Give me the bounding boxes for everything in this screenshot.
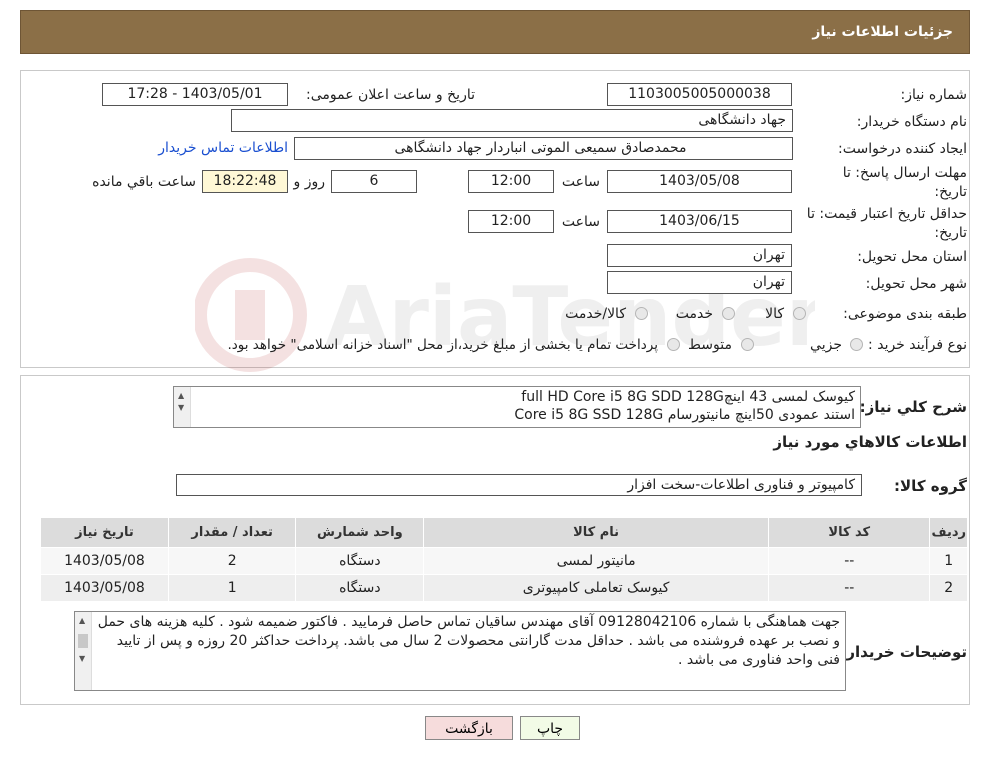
row-date: 1403/05/08 xyxy=(40,547,169,575)
category-goods-service-radio[interactable] xyxy=(635,307,648,320)
announce-label: تاریخ و ساعت اعلان عمومی: xyxy=(306,87,475,103)
row-unit: دستگاه xyxy=(295,547,425,575)
col-name: نام کالا xyxy=(423,517,770,548)
scroll-up-icon[interactable]: ▲ xyxy=(178,391,184,400)
category-label: طبقه بندی موضوعی: xyxy=(843,306,967,322)
purchase-medium-label: متوسط xyxy=(688,337,732,353)
province-label: استان محل تحویل: xyxy=(857,249,967,265)
goods-group-field: کامپیوتر و فناوری اطلاعات-سخت افزار xyxy=(176,474,862,496)
remaining-time-field: 18:22:48 xyxy=(202,170,288,193)
row-qty: 1 xyxy=(167,574,297,602)
remaining-label: ساعت باقي مانده xyxy=(92,174,196,190)
city-label: شهر محل تحویل: xyxy=(865,276,967,292)
need-number-label: شماره نیاز: xyxy=(900,87,968,103)
row-code: -- xyxy=(768,547,931,575)
table-row: 1 -- مانیتور لمسی دستگاه 2 1403/05/08 xyxy=(40,547,968,575)
summary-line-1: کیوسک لمسی 43 اینچfull HD Core i5 8G SDD… xyxy=(521,389,855,405)
summary-scrollbar[interactable]: ▲ ▼ xyxy=(174,387,191,427)
scroll-down-icon[interactable]: ▼ xyxy=(79,654,85,663)
creator-field: محمدصادق سمیعی الموتی انباردار جهاد دانش… xyxy=(294,137,793,160)
print-button[interactable]: چاپ xyxy=(520,716,580,740)
goods-table: رديف کد کالا نام کالا واحد شمارش تعداد /… xyxy=(40,517,968,602)
province-field: تهران xyxy=(607,244,792,267)
category-service-radio[interactable] xyxy=(722,307,735,320)
row-name: کیوسک تعاملی کامپیوتری xyxy=(423,574,770,602)
purchase-type-label: نوع فرآیند خرید : xyxy=(868,337,967,353)
purchase-medium-radio[interactable] xyxy=(741,338,754,351)
creator-label: ایجاد کننده درخواست: xyxy=(838,141,967,157)
row-index: 1 xyxy=(929,547,968,575)
col-index: رديف xyxy=(929,517,968,548)
buyer-contact-link[interactable]: اطلاعات تماس خریدار xyxy=(158,140,288,156)
goods-section-title: اطلاعات کالاهاي مورد نياز xyxy=(773,433,967,451)
goods-table-header: رديف کد کالا نام کالا واحد شمارش تعداد /… xyxy=(40,517,968,548)
category-goods-service-label: کالا/خدمت xyxy=(565,306,626,322)
category-service-label: خدمت xyxy=(675,306,713,322)
row-date: 1403/05/08 xyxy=(40,574,169,602)
scroll-up-icon[interactable]: ▲ xyxy=(79,616,85,625)
price-validity-date-field: 1403/06/15 xyxy=(607,210,792,233)
row-unit: دستگاه xyxy=(295,574,425,602)
scroll-thumb[interactable] xyxy=(78,634,88,648)
price-validity-label: حداقل تاریخ اعتبار قیمت: تا xyxy=(806,206,967,222)
col-unit: واحد شمارش xyxy=(295,517,425,548)
col-qty: تعداد / مقدار xyxy=(167,517,297,548)
price-validity-time-field: 12:00 xyxy=(468,210,554,233)
deadline-label-2: تاریخ: xyxy=(934,184,967,200)
need-number-field: 1103005005000038 xyxy=(607,83,792,106)
category-goods-label: کالا xyxy=(765,306,784,322)
page-header: جزئیات اطلاعات نیاز xyxy=(20,10,970,54)
back-button[interactable]: بازگشت xyxy=(425,716,513,740)
purchase-minor-label: جزیي xyxy=(810,337,842,353)
treasury-checkbox[interactable] xyxy=(667,338,680,351)
table-row: 2 -- کیوسک تعاملی کامپیوتری دستگاه 1 140… xyxy=(40,574,968,602)
announce-field: 1403/05/01 - 17:28 xyxy=(102,83,288,106)
goods-group-label: گروه کالا: xyxy=(894,477,967,495)
purchase-minor-radio[interactable] xyxy=(850,338,863,351)
category-goods-radio[interactable] xyxy=(793,307,806,320)
row-code: -- xyxy=(768,574,931,602)
price-validity-time-label: ساعت xyxy=(561,214,600,230)
days-field: 6 xyxy=(331,170,417,193)
treasury-note: پرداخت تمام یا بخشی از مبلغ خرید،از محل … xyxy=(227,337,658,353)
days-label: روز و xyxy=(293,174,326,190)
price-validity-label-2: تاریخ: xyxy=(934,225,967,241)
scroll-down-icon[interactable]: ▼ xyxy=(178,403,184,412)
row-qty: 2 xyxy=(167,547,297,575)
row-index: 2 xyxy=(929,574,968,602)
deadline-time-field: 12:00 xyxy=(468,170,554,193)
buyer-notes-label: توضيحات خريدار: xyxy=(840,643,967,661)
city-field: تهران xyxy=(607,271,792,294)
deadline-time-label: ساعت xyxy=(561,174,600,190)
row-name: مانیتور لمسی xyxy=(423,547,770,575)
summary-label: شرح کلي نياز: xyxy=(859,398,967,416)
page-title: جزئیات اطلاعات نیاز xyxy=(812,24,953,40)
deadline-date-field: 1403/05/08 xyxy=(607,170,792,193)
deadline-label: مهلت ارسال پاسخ: تا xyxy=(842,165,967,181)
notes-scrollbar[interactable]: ▲ ▼ xyxy=(75,612,92,690)
summary-line-2: استند عمودی 50اینچ مانیتورسام Core i5 8G… xyxy=(514,407,855,423)
col-date: تاريخ نياز xyxy=(40,517,169,548)
col-code: کد کالا xyxy=(768,517,931,548)
buyer-notes-text: جهت هماهنگی با شماره 09128042106 آقای مه… xyxy=(97,614,840,668)
buyer-org-field: جهاد دانشگاهی xyxy=(231,109,793,132)
buyer-notes-textarea[interactable]: ▲ ▼ جهت هماهنگی با شماره 09128042106 آقا… xyxy=(74,611,846,691)
buyer-org-label: نام دستگاه خریدار: xyxy=(856,114,967,130)
summary-textarea[interactable]: ▲ ▼ کیوسک لمسی 43 اینچfull HD Core i5 8G… xyxy=(173,386,861,428)
